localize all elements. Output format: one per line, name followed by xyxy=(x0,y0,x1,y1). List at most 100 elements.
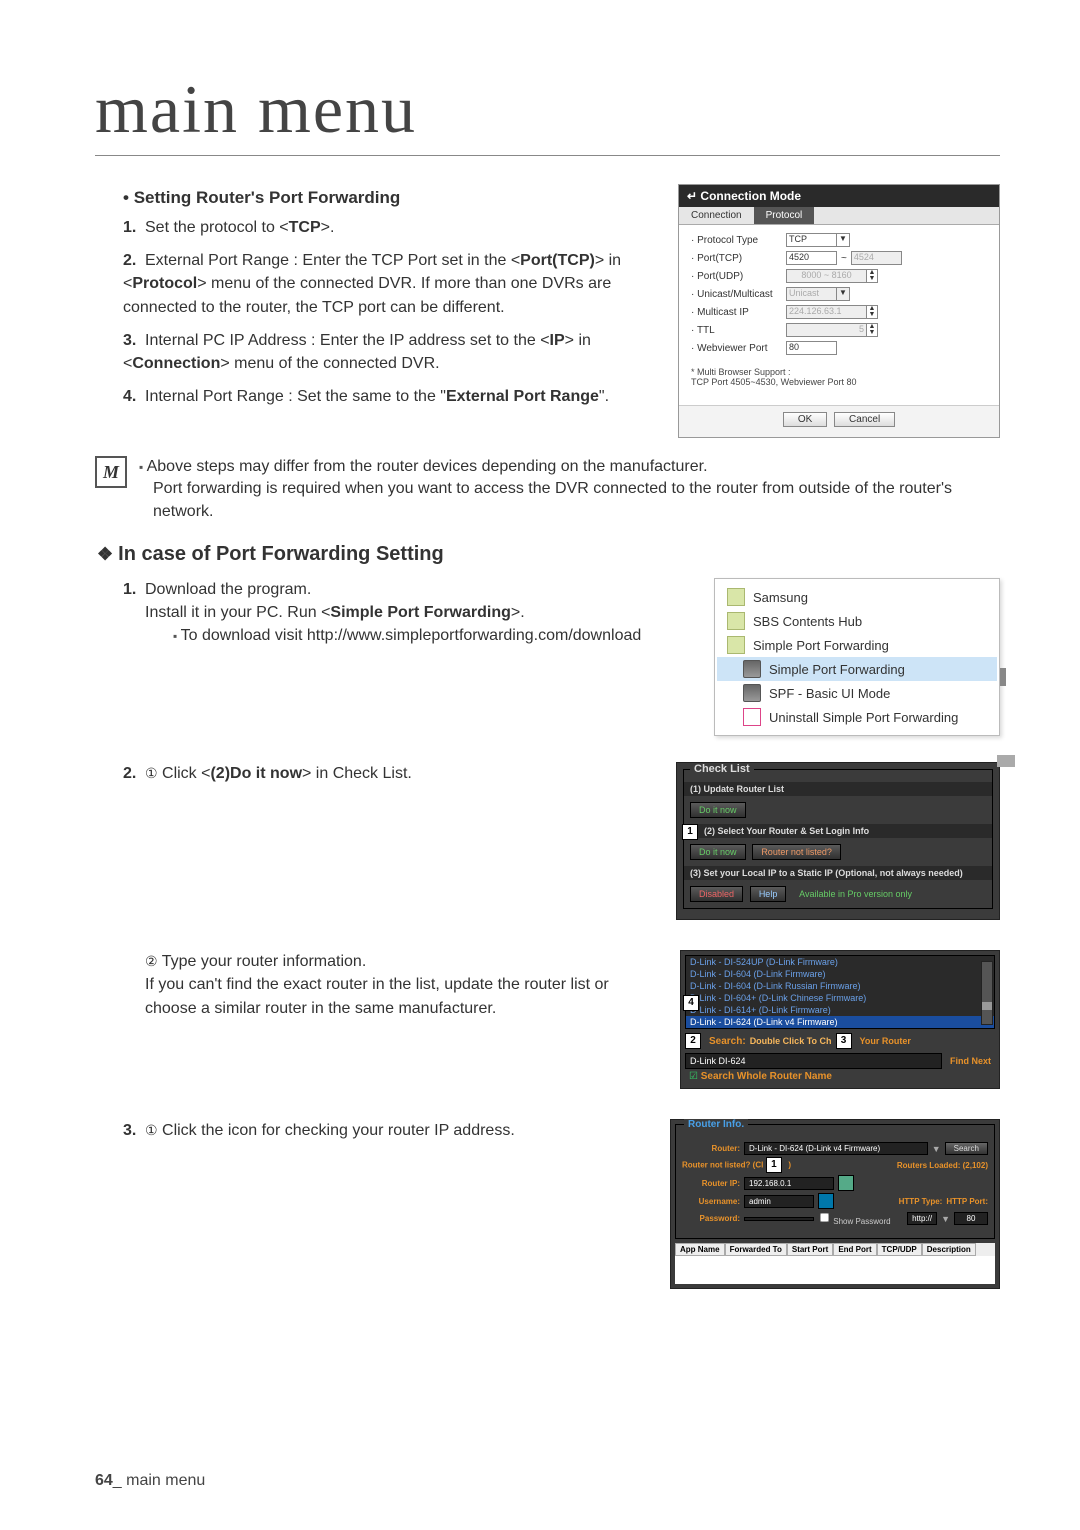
start-menu-item[interactable]: Uninstall Simple Port Forwarding xyxy=(717,705,997,729)
http-port-label: HTTP Port: xyxy=(946,1197,988,1206)
section2-heading: In case of Port Forwarding Setting xyxy=(97,543,1000,566)
router-select-panel: D-Link - DI-524UP (D-Link Firmware)D-Lin… xyxy=(680,950,1000,1089)
cl-step1-title: (1) Update Router List xyxy=(684,782,992,796)
scrollbar-thumb[interactable] xyxy=(1000,668,1006,686)
start-menu-item[interactable]: Simple Port Forwarding xyxy=(717,633,997,657)
scrollbar[interactable] xyxy=(981,961,993,1025)
port-tcp-input2: 4524 xyxy=(851,251,902,265)
double-click-hint: Double Click To Ch xyxy=(750,1036,832,1046)
password-label: Password: xyxy=(682,1214,740,1223)
section1-item: 3.Internal PC IP Address : Enter the IP … xyxy=(123,329,658,375)
router-list[interactable]: D-Link - DI-524UP (D-Link Firmware)D-Lin… xyxy=(685,955,995,1029)
start-menu-item-label: Simple Port Forwarding xyxy=(769,662,905,677)
router-ip-label: Router IP: xyxy=(682,1179,740,1188)
cl-step2-title: (2) Select Your Router & Set Login Info xyxy=(704,826,869,836)
unicast-select: Unicast xyxy=(786,287,837,301)
router-search-input[interactable]: D-Link DI-624 xyxy=(685,1053,942,1069)
cancel-button[interactable]: Cancel xyxy=(834,412,895,427)
table-header: TCP/UDP xyxy=(877,1243,922,1256)
check-list-title: Check List xyxy=(690,763,754,775)
http-type-select[interactable]: http:// xyxy=(907,1212,937,1225)
label-unicast: Unicast/Multicast xyxy=(691,289,786,300)
router-label: Router: xyxy=(682,1144,740,1153)
dropdown-icon: ▼ xyxy=(837,287,850,301)
router-list-item[interactable]: D-Link - DI-604+ (D-Link Chinese Firmwar… xyxy=(686,992,994,1004)
show-password-checkbox[interactable] xyxy=(820,1213,829,1222)
search-label: Search: xyxy=(709,1036,746,1047)
step2b: ② Type your router information. If you c… xyxy=(145,950,660,1020)
webviewer-port-input[interactable]: 80 xyxy=(786,341,837,355)
user-icon[interactable] xyxy=(818,1193,834,1209)
router-not-listed-link[interactable]: Router not listed? (Cl xyxy=(682,1161,763,1170)
start-menu-item[interactable]: SPF - Basic UI Mode xyxy=(717,681,997,705)
marker-4: 4 xyxy=(683,995,699,1011)
uninstall-icon xyxy=(743,708,761,726)
router-select[interactable]: D-Link - DI-624 (D-Link v4 Firmware) xyxy=(744,1142,928,1155)
router-list-item[interactable]: D-Link - DI-524UP (D-Link Firmware) xyxy=(686,956,994,968)
start-menu-item-label: SBS Contents Hub xyxy=(753,614,862,629)
cl-do-it-now-1[interactable]: Do it now xyxy=(690,802,746,818)
cl-do-it-now-2[interactable]: Do it now xyxy=(690,844,746,860)
cl-disabled[interactable]: Disabled xyxy=(690,886,743,902)
section1-item: 1.Set the protocol to <TCP>. xyxy=(123,216,658,239)
start-menu-item[interactable]: Simple Port Forwarding xyxy=(717,657,997,681)
table-header: Start Port xyxy=(787,1243,833,1256)
start-menu-item[interactable]: Samsung xyxy=(717,585,997,609)
find-next-button[interactable]: Find Next xyxy=(946,1054,995,1068)
connection-mode-panel: ↵ Connection Mode Connection Protocol Pr… xyxy=(678,184,1000,438)
section1-item: 2.External Port Range : Enter the TCP Po… xyxy=(123,249,658,319)
connection-mode-title: Connection Mode xyxy=(700,189,801,203)
label-multicast-ip: Multicast IP xyxy=(691,307,786,318)
router-list-item[interactable]: D-Link - DI-614+ (D-Link Firmware) xyxy=(686,1004,994,1016)
spinner-icon[interactable]: ▲▼ xyxy=(867,269,878,283)
step1-sub: To download visit http://www.simpleportf… xyxy=(173,625,694,647)
tab-connection[interactable]: Connection xyxy=(679,207,754,224)
section1-list: 1.Set the protocol to <TCP>. 2.External P… xyxy=(123,216,658,408)
router-list-item[interactable]: D-Link - DI-604 (D-Link Firmware) xyxy=(686,968,994,980)
cl-pro-note: Available in Pro version only xyxy=(799,889,912,899)
search-whole-label: Search Whole Router Name xyxy=(701,1071,832,1082)
router-info-title: Router Info. xyxy=(684,1119,748,1130)
step3: 3.① Click the icon for checking your rou… xyxy=(123,1119,650,1142)
back-icon[interactable]: ↵ xyxy=(687,189,697,203)
start-menu-item-label: Uninstall Simple Port Forwarding xyxy=(769,710,958,725)
tab-protocol[interactable]: Protocol xyxy=(754,207,815,224)
marker-1: 1 xyxy=(682,824,698,840)
ok-button[interactable]: OK xyxy=(783,412,827,427)
http-type-label: HTTP Type: xyxy=(899,1197,943,1206)
cl-step3-title: (3) Set your Local IP to a Static IP (Op… xyxy=(684,866,992,880)
marker-1b: 1 xyxy=(766,1157,782,1173)
port-tcp-input[interactable]: 4520 xyxy=(786,251,837,265)
folder-icon xyxy=(727,588,745,606)
username-label: Username: xyxy=(682,1197,740,1206)
page-title: main menu xyxy=(95,70,1000,156)
username-input[interactable]: admin xyxy=(744,1195,814,1208)
marker-2: 2 xyxy=(685,1033,701,1049)
router-list-item[interactable]: D-Link - DI-604 (D-Link Russian Firmware… xyxy=(686,980,994,992)
note-icon: M xyxy=(95,456,127,488)
note-text: Above steps may differ from the router d… xyxy=(139,456,1000,523)
port-udp-input: 8000 ~ 8160 xyxy=(786,269,867,283)
protocol-type-select[interactable]: TCP xyxy=(786,233,837,247)
search-button[interactable]: Search xyxy=(945,1142,988,1155)
checkbox-icon[interactable]: ☑ xyxy=(689,1071,698,1082)
dropdown-icon[interactable]: ▼ xyxy=(837,233,850,247)
cl-help[interactable]: Help xyxy=(750,886,787,902)
start-menu-item-label: Simple Port Forwarding xyxy=(753,638,889,653)
start-menu-item[interactable]: SBS Contents Hub xyxy=(717,609,997,633)
start-menu-item-label: Samsung xyxy=(753,590,808,605)
http-port-input[interactable]: 80 xyxy=(954,1212,988,1225)
router-ip-input[interactable]: 192.168.0.1 xyxy=(744,1177,834,1190)
router-list-item[interactable]: D-Link - DI-624 (D-Link v4 Firmware) xyxy=(686,1016,994,1028)
marker-3: 3 xyxy=(836,1033,852,1049)
titlebar-fragment xyxy=(997,755,1015,767)
spinner-icon: ▲▼ xyxy=(867,323,878,337)
password-input[interactable] xyxy=(744,1217,814,1221)
folder-icon xyxy=(727,612,745,630)
label-ttl: TTL xyxy=(691,325,786,336)
spinner-icon: ▲▼ xyxy=(867,305,878,319)
cl-router-not-listed[interactable]: Router not listed? xyxy=(752,844,841,860)
check-ip-icon[interactable] xyxy=(838,1175,854,1191)
label-protocol-type: Protocol Type xyxy=(691,235,786,246)
table-header: Description xyxy=(922,1243,976,1256)
